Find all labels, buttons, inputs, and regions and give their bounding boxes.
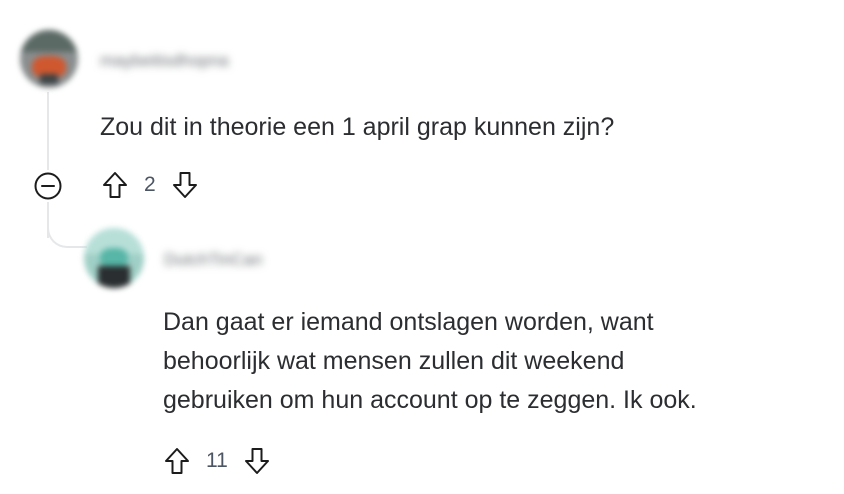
downvote-button[interactable] (166, 166, 204, 204)
upvote-button[interactable] (158, 442, 196, 480)
vote-score: 11 (206, 449, 228, 472)
collapse-thread-button[interactable] (32, 170, 64, 202)
avatar-reply[interactable] (84, 228, 144, 288)
arrow-up-outline-icon (103, 172, 127, 198)
minus-circle-icon (34, 172, 62, 200)
reply-actions: 11 (158, 442, 276, 480)
vote-score: 2 (144, 173, 156, 196)
avatar[interactable] (20, 30, 78, 88)
comment-body: Zou dit in theorie een 1 april grap kunn… (100, 113, 615, 141)
thread-line-elbow (47, 218, 87, 248)
thread-line-main (47, 92, 49, 170)
comment-actions: 2 (96, 166, 204, 204)
comment-author[interactable]: maybeitisdhopna (100, 51, 229, 71)
arrow-down-outline-icon (244, 448, 269, 474)
downvote-button[interactable] (238, 442, 276, 480)
reply-body-line-2: behoorlijk wat mensen zullen dit weekend (163, 347, 625, 375)
upvote-button[interactable] (96, 166, 134, 204)
reply-body-line-1: Dan gaat er iemand ontslagen worden, wan… (163, 308, 654, 336)
arrow-down-outline-icon (172, 172, 197, 198)
arrow-up-outline-icon (165, 448, 189, 474)
reply-body-line-3: gebruiken om hun account op te zeggen. I… (163, 386, 697, 414)
reply-author[interactable]: DutchTinCan (164, 250, 263, 270)
